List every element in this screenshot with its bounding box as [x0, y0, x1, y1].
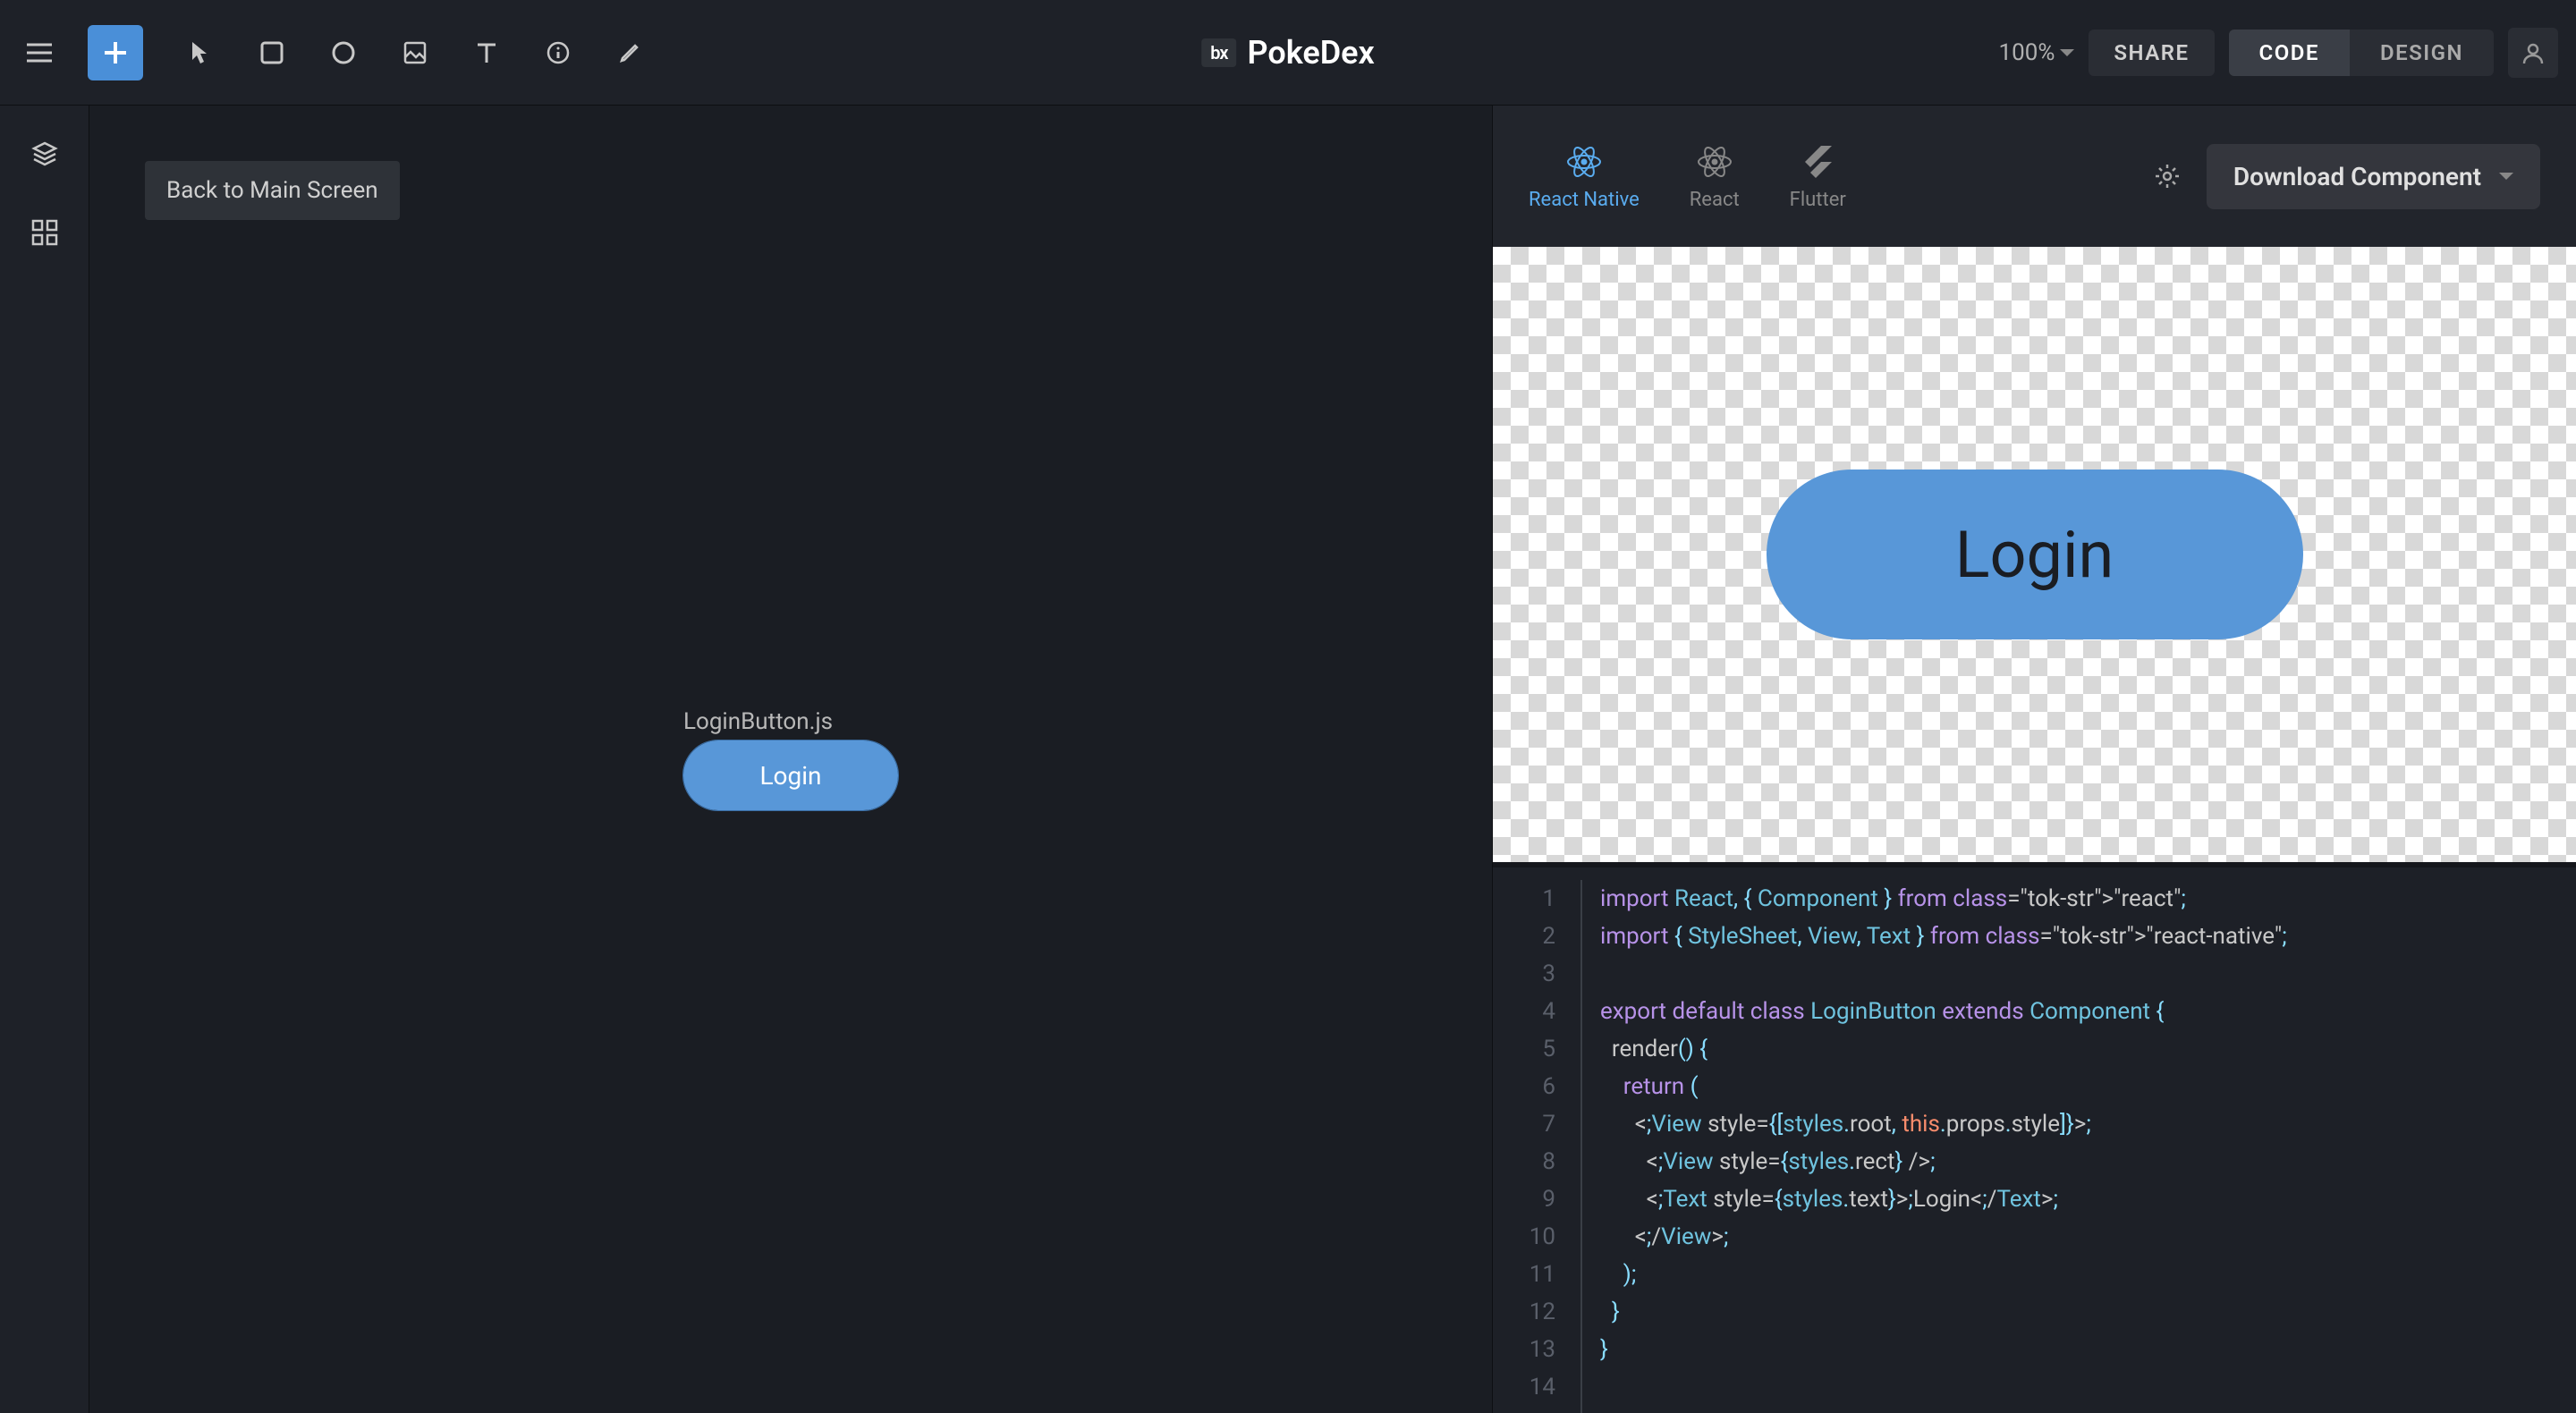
line-number: 11: [1493, 1256, 1555, 1293]
zoom-value: 100%: [1998, 39, 2055, 66]
main: Back to Main Screen LoginButton.js Login…: [0, 106, 2576, 1413]
design-mode-button[interactable]: DESIGN: [2350, 30, 2494, 76]
chevron-down-icon: [2499, 173, 2513, 180]
react-native-icon: [1564, 142, 1604, 182]
code-gutter: 1 2 3 4 5 6 7 8 9 10 11 12 13 14 15: [1493, 880, 1573, 1413]
mode-toggle: CODE DESIGN: [2229, 30, 2494, 76]
info-icon[interactable]: [537, 31, 580, 74]
flutter-icon: [1798, 142, 1837, 182]
right-panel: React Native React Flutter Download Comp…: [1492, 106, 2576, 1413]
left-rail: [0, 106, 89, 1413]
circle-icon[interactable]: [322, 31, 365, 74]
line-number: 5: [1493, 1030, 1555, 1068]
cursor-icon[interactable]: [179, 31, 222, 74]
code-lines: import React, { Component } from class="…: [1580, 880, 2576, 1413]
line-number: 15: [1493, 1406, 1555, 1413]
line-number: 4: [1493, 993, 1555, 1030]
tab-label: React Native: [1529, 189, 1640, 211]
tab-react[interactable]: React: [1690, 142, 1740, 211]
frameworks-bar: React Native React Flutter Download Comp…: [1493, 106, 2576, 247]
text-icon[interactable]: [465, 31, 508, 74]
login-button-canvas[interactable]: Login: [683, 740, 898, 810]
rectangle-icon[interactable]: [250, 31, 293, 74]
canvas-area[interactable]: Back to Main Screen LoginButton.js Login: [89, 106, 1492, 1413]
topbar-center: bx PokeDex: [1201, 34, 1375, 72]
line-number: 12: [1493, 1293, 1555, 1331]
download-label: Download Component: [2233, 162, 2481, 191]
settings-icon[interactable]: [2146, 155, 2189, 198]
share-button[interactable]: SHARE: [2089, 30, 2214, 76]
code-mode-button[interactable]: CODE: [2229, 30, 2350, 76]
line-number: 8: [1493, 1143, 1555, 1180]
zoom-control[interactable]: 100%: [1998, 39, 2074, 66]
topbar: bx PokeDex 100% SHARE CODE DESIGN: [0, 0, 2576, 106]
menu-icon[interactable]: [18, 31, 61, 74]
line-number: 7: [1493, 1105, 1555, 1143]
line-number: 1: [1493, 880, 1555, 918]
pencil-icon[interactable]: [608, 31, 651, 74]
login-button-preview[interactable]: Login: [1767, 470, 2303, 639]
line-number: 10: [1493, 1218, 1555, 1256]
line-number: 6: [1493, 1068, 1555, 1105]
logo-badge: bx: [1201, 38, 1236, 67]
react-icon: [1695, 142, 1734, 182]
canvas-component[interactable]: LoginButton.js Login: [683, 708, 898, 810]
frameworks-right: Download Component: [2146, 144, 2540, 209]
tab-label: Flutter: [1790, 189, 1846, 211]
tab-react-native[interactable]: React Native: [1529, 142, 1640, 211]
tab-flutter[interactable]: Flutter: [1790, 142, 1846, 211]
components-icon[interactable]: [23, 211, 66, 254]
component-filename: LoginButton.js: [683, 708, 898, 735]
line-number: 14: [1493, 1368, 1555, 1406]
line-number: 2: [1493, 918, 1555, 955]
code-area[interactable]: 1 2 3 4 5 6 7 8 9 10 11 12 13 14 15 impo…: [1493, 862, 2576, 1413]
framework-tabs: React Native React Flutter: [1529, 142, 1846, 211]
project-title[interactable]: PokeDex: [1247, 34, 1374, 72]
image-icon[interactable]: [394, 31, 436, 74]
topbar-right: 100% SHARE CODE DESIGN: [1998, 28, 2558, 78]
user-button[interactable]: [2508, 28, 2558, 78]
tool-icons: [179, 31, 651, 74]
tab-label: React: [1690, 189, 1740, 211]
back-button[interactable]: Back to Main Screen: [145, 161, 400, 220]
preview-area: Login: [1493, 247, 2576, 862]
line-number: 13: [1493, 1331, 1555, 1368]
download-component-button[interactable]: Download Component: [2207, 144, 2540, 209]
line-number: 3: [1493, 955, 1555, 993]
add-button[interactable]: [88, 25, 143, 80]
layers-icon[interactable]: [23, 132, 66, 175]
line-number: 9: [1493, 1180, 1555, 1218]
chevron-down-icon: [2060, 49, 2074, 56]
